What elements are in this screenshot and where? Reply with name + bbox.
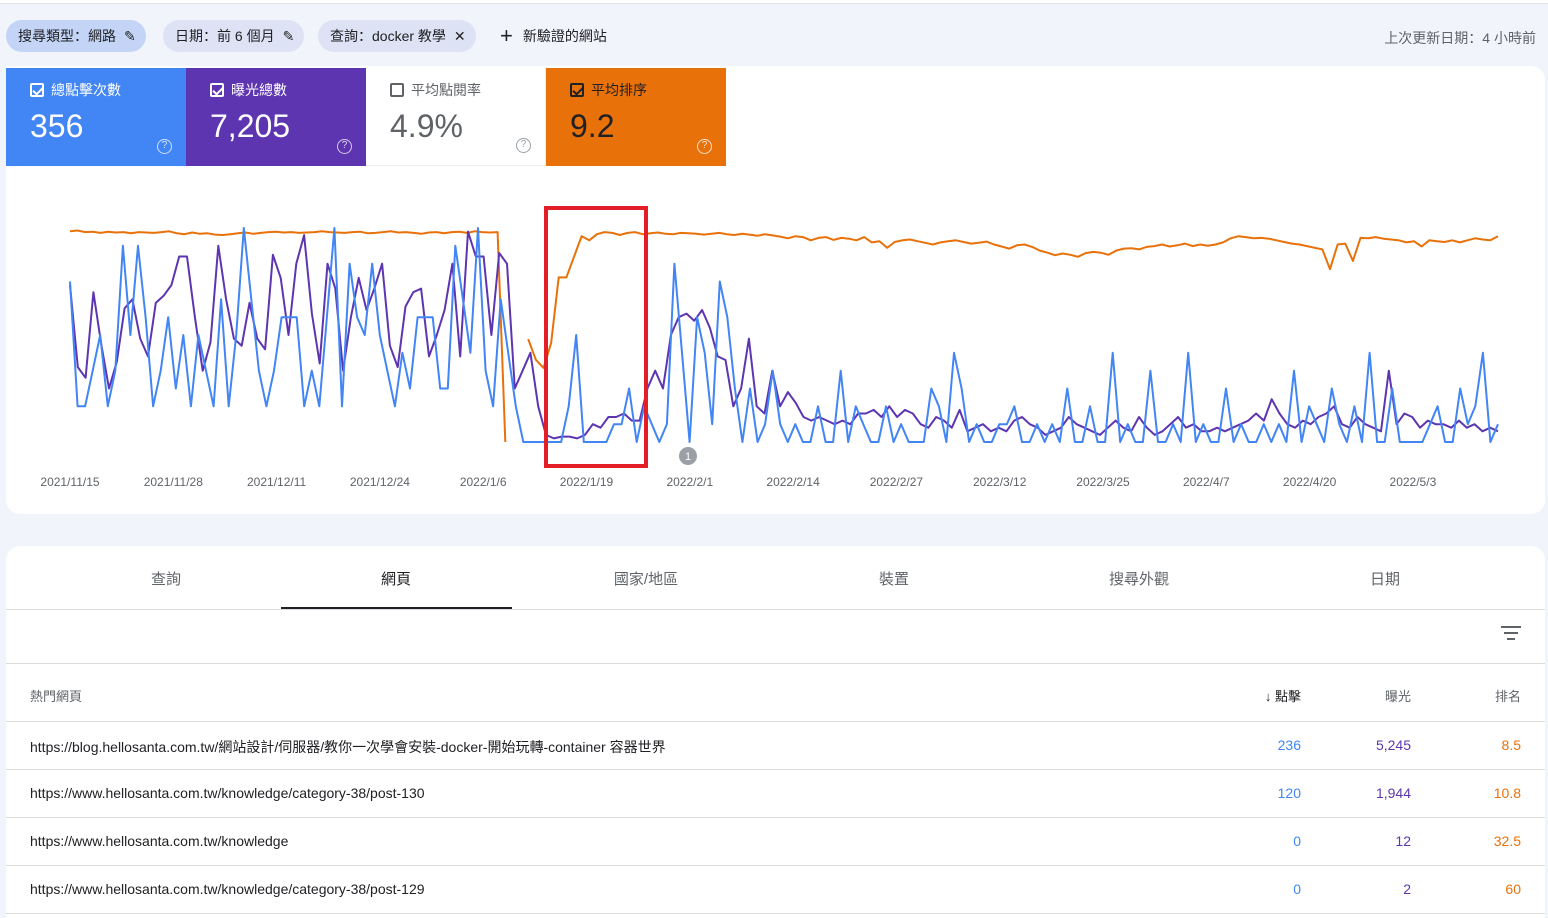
col-top-pages: 熱門網頁	[30, 689, 83, 704]
row-clicks: 236	[1277, 737, 1301, 753]
date-label: 日期：前 6 個月	[175, 28, 275, 44]
filter-rows-icon[interactable]	[1501, 626, 1521, 642]
help-icon[interactable]: ?	[337, 139, 352, 154]
top-divider	[0, 0, 1548, 4]
row-url: https://www.hellosanta.com.tw/knowledge/…	[30, 785, 425, 801]
metric-label: 總點擊次數	[51, 82, 121, 98]
help-icon[interactable]: ?	[157, 139, 172, 154]
row-url: https://blog.hellosanta.com.tw/網站設計/伺服器/…	[30, 739, 666, 755]
metric-tiles: 總點擊次數 356 ? 曝光總數 7,205 ? 平均點閱率 4.9% ? 平均…	[6, 68, 726, 166]
series-line-position	[69, 229, 507, 443]
col-position[interactable]: 排名	[1495, 686, 1521, 705]
filter-bar: 搜尋類型：網路 ✎ 日期：前 6 個月 ✎ 查詢：docker 教學 ✕ + 新…	[0, 18, 1548, 54]
row-position: 32.5	[1493, 833, 1521, 849]
row-position: 10.8	[1493, 785, 1521, 801]
x-tick-label: 2022/4/20	[1283, 475, 1337, 489]
x-tick-label: 2022/4/7	[1183, 475, 1230, 489]
arrow-down-icon: ↓	[1264, 689, 1275, 704]
table-header: 熱門網頁 ↓ 點擊 曝光 排名	[6, 663, 1545, 722]
x-tick-label: 2021/12/11	[247, 475, 306, 489]
search-type-label: 搜尋類型：網路	[18, 28, 116, 44]
pencil-icon: ✎	[282, 27, 295, 44]
x-tick-label: 2022/2/27	[870, 475, 924, 489]
metric-average-ctr[interactable]: 平均點閱率 4.9% ?	[366, 68, 546, 166]
metric-average-position[interactable]: 平均排序 9.2 ?	[546, 68, 726, 166]
table-row[interactable]: https://www.hellosanta.com.tw/knowledge/…	[6, 866, 1545, 914]
annotation-label: 1	[685, 451, 691, 463]
series-line-clicks	[69, 227, 1499, 443]
last-updated: 上次更新日期：4 小時前	[1384, 30, 1536, 46]
x-tick-label: 2021/11/15	[40, 475, 99, 489]
close-icon[interactable]: ✕	[454, 28, 466, 45]
x-tick-label: 2022/1/6	[460, 475, 507, 489]
row-impressions: 5,245	[1375, 737, 1411, 753]
dimension-tabs: 查詢 網頁 國家/地區 裝置 搜尋外觀 日期	[6, 546, 1545, 610]
col-clicks-label: 點擊	[1274, 689, 1301, 704]
tab-underline	[281, 607, 512, 609]
metric-total-impressions[interactable]: 曝光總數 7,205 ?	[186, 68, 366, 166]
table-row[interactable]: https://www.hellosanta.com.tw/knowledge/…	[6, 770, 1545, 818]
help-icon[interactable]: ?	[516, 138, 531, 153]
row-clicks: 120	[1277, 785, 1301, 801]
table-row[interactable]: https://www.hellosanta.com.tw/knowledge …	[6, 818, 1545, 866]
row-position: 8.5	[1501, 737, 1521, 753]
x-tick-label: 2021/11/28	[144, 475, 203, 489]
col-impressions[interactable]: 曝光	[1385, 686, 1411, 705]
tab-countries[interactable]: 國家/地區	[606, 568, 686, 589]
table-row[interactable]: https://blog.hellosanta.com.tw/網站設計/伺服器/…	[6, 722, 1545, 770]
x-tick-label: 2022/3/25	[1076, 475, 1130, 489]
add-site-label: 新驗證的網站	[522, 28, 607, 44]
plus-icon: +	[500, 23, 513, 48]
checkbox-icon[interactable]	[570, 83, 584, 97]
query-label: 查詢：docker 教學	[330, 28, 446, 44]
row-clicks: 0	[1293, 833, 1301, 849]
highlight-box	[544, 206, 648, 468]
tab-search-appearance[interactable]: 搜尋外觀	[1099, 568, 1179, 589]
tab-dates[interactable]: 日期	[1355, 568, 1415, 589]
x-tick-label: 2022/1/19	[560, 475, 614, 489]
tab-queries[interactable]: 查詢	[146, 568, 186, 589]
row-impressions: 2	[1403, 881, 1411, 897]
row-impressions: 12	[1395, 833, 1411, 849]
row-url: https://www.hellosanta.com.tw/knowledge	[30, 833, 289, 849]
x-tick-label: 2022/2/1	[666, 475, 713, 489]
tab-devices[interactable]: 裝置	[864, 568, 924, 589]
metric-total-clicks[interactable]: 總點擊次數 356 ?	[6, 68, 186, 166]
metric-label: 曝光總數	[231, 82, 287, 98]
tab-pages[interactable]: 網頁	[366, 568, 426, 589]
date-chip[interactable]: 日期：前 6 個月 ✎	[163, 20, 305, 52]
row-impressions: 1,944	[1375, 785, 1411, 801]
performance-chart[interactable]: 2021/11/15 2021/11/28 2021/12/11 2021/12/24…	[6, 166, 1545, 506]
series-line-impressions	[69, 230, 1499, 440]
breakdown-card: 查詢 網頁 國家/地區 裝置 搜尋外觀 日期 熱門網頁 ↓ 點擊 曝光 排名 h…	[6, 546, 1545, 918]
checkbox-icon[interactable]	[210, 83, 224, 97]
query-chip[interactable]: 查詢：docker 教學 ✕	[318, 20, 476, 52]
row-position: 60	[1505, 881, 1521, 897]
checkbox-icon[interactable]	[30, 83, 44, 97]
help-icon[interactable]: ?	[697, 139, 712, 154]
metric-label: 平均點閱率	[411, 82, 481, 98]
col-clicks-sorted[interactable]: ↓ 點擊	[1265, 686, 1301, 705]
add-site-button[interactable]: + 新驗證的網站	[500, 20, 607, 52]
metric-label: 平均排序	[591, 82, 647, 98]
x-tick-label: 2022/2/14	[766, 475, 820, 489]
search-type-chip[interactable]: 搜尋類型：網路 ✎	[6, 20, 146, 52]
x-tick-label: 2022/5/3	[1390, 475, 1437, 489]
x-tick-label: 2021/12/24	[350, 475, 410, 489]
checkbox-icon[interactable]	[390, 83, 404, 97]
pencil-icon: ✎	[124, 27, 136, 44]
row-url: https://www.hellosanta.com.tw/knowledge/…	[30, 881, 425, 897]
row-clicks: 0	[1293, 881, 1301, 897]
x-tick-label: 2022/3/12	[973, 475, 1027, 489]
